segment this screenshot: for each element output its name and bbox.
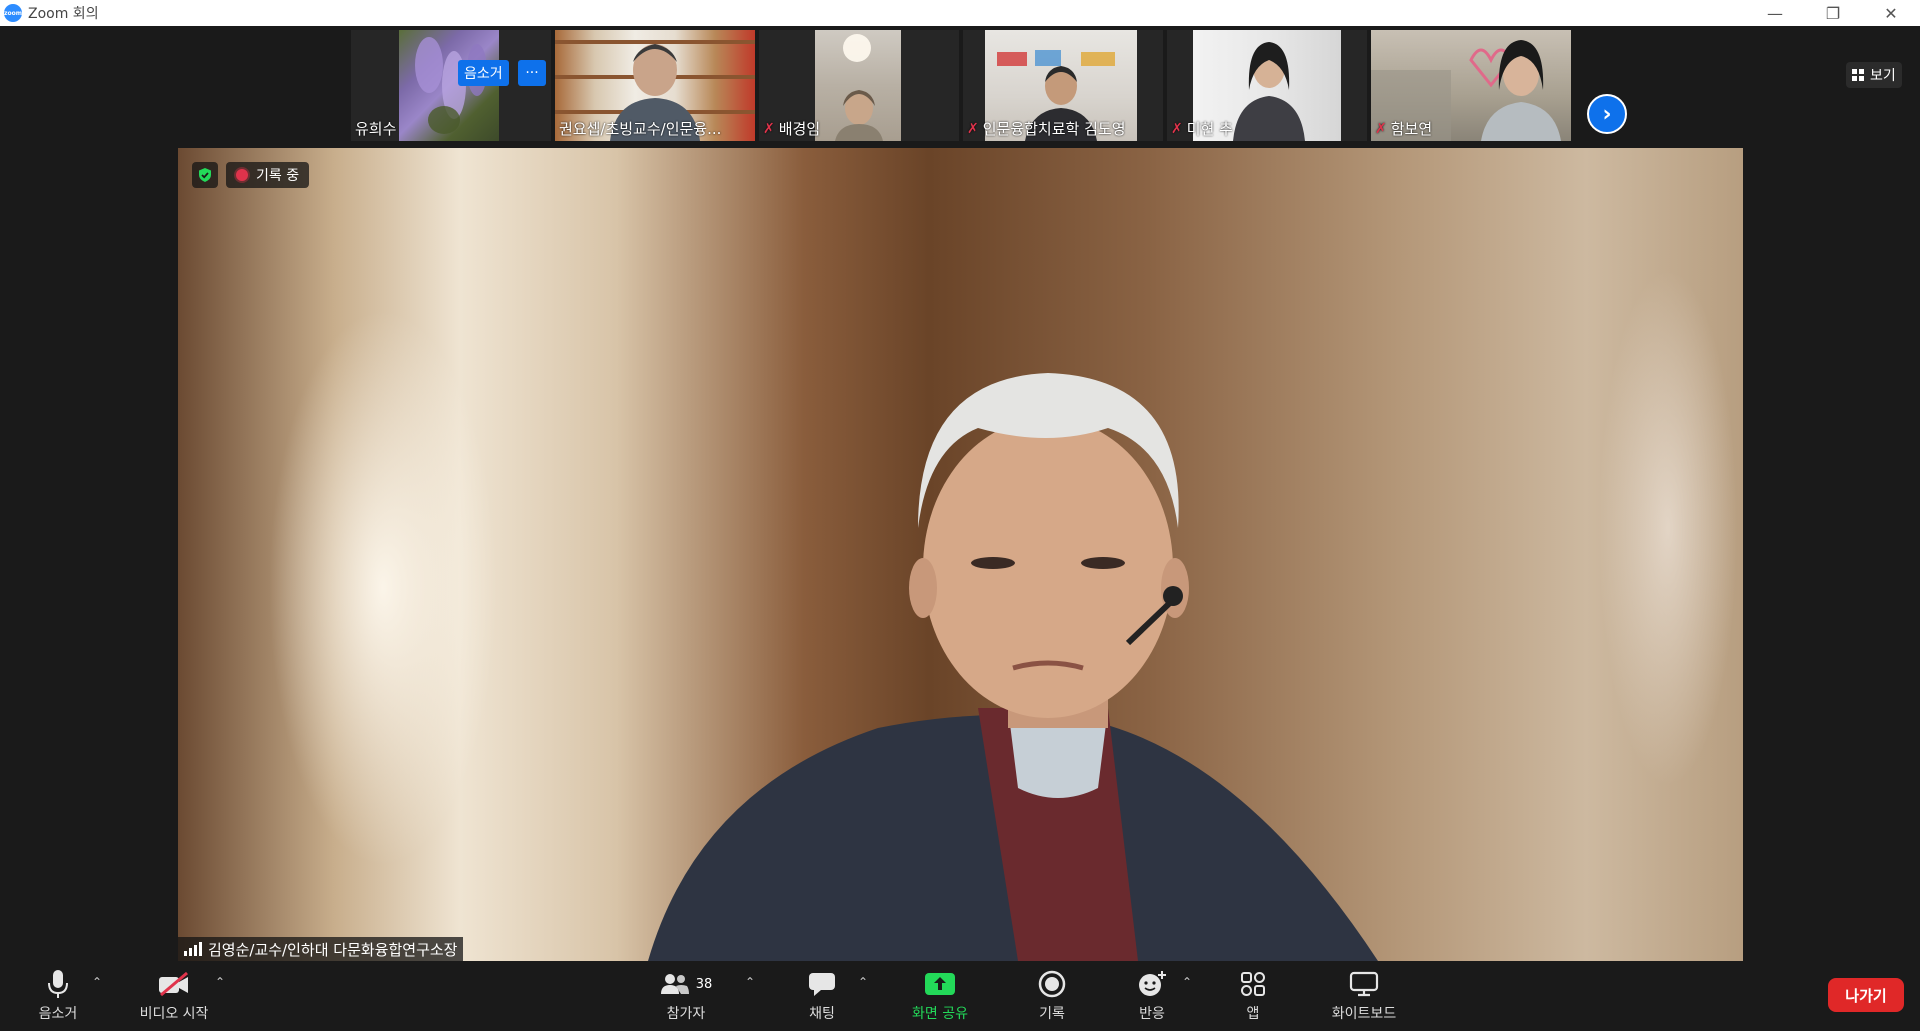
speaker-image [648,373,1378,961]
zoom-logo-icon: zoom [4,4,22,22]
muted-mic-icon: ✗ [763,120,775,137]
apps-icon [1240,969,1266,999]
title-bar: zoom Zoom 회의 — ❐ ✕ [0,0,1920,26]
whiteboard-button[interactable]: 화이트보드 [1314,969,1414,1023]
apps-button[interactable]: 앱 [1203,969,1303,1023]
reactions-options-chevron-icon[interactable]: ⌃ [1182,975,1192,989]
share-screen-button[interactable]: 화면 공유 [890,969,990,1023]
share-screen-label: 화면 공유 [912,1006,968,1022]
record-label: 기록 [1039,1006,1065,1022]
participant-name: ✗ 배경임 [763,120,821,138]
participant-strip: 유희수 음소거 ··· 권요셉/초빙교수/인문융... ✗ 배경임 ✗ 인문융합… [0,26,1920,148]
share-screen-icon [924,969,956,999]
participant-video [815,30,901,141]
speaker-name-label: 김영순/교수/인하대 다문화융합연구소장 [178,937,464,961]
person-image [835,34,883,141]
participant-tile[interactable]: ✗ 인문융합치료학 김도영 [963,30,1163,141]
participants-options-chevron-icon[interactable]: ⌃ [745,975,755,989]
more-options-button[interactable]: ··· [518,60,546,86]
leave-button[interactable]: 나가기 [1828,978,1904,1012]
participant-name: ✗ 미현 추 [1171,120,1233,138]
participants-label: 참가자 [666,1006,706,1022]
participant-tile[interactable]: ✗ 미현 추 [1167,30,1367,141]
chat-icon [808,969,836,999]
microphone-icon [47,969,69,999]
recording-indicator[interactable]: 기록 중 [226,162,310,188]
participants-icon: 38 [660,969,713,999]
participant-name: 유희수 [355,120,397,138]
apps-label: 앱 [1246,1006,1260,1022]
participants-count: 38 [695,976,713,992]
chat-label: 채팅 [809,1006,835,1022]
window-title: Zoom 회의 [28,6,99,22]
muted-mic-icon: ✗ [1375,120,1387,137]
record-button[interactable]: 기록 [1002,969,1102,1023]
participant-tile[interactable]: ✗ 배경임 [759,30,959,141]
speaker-name: 김영순/교수/인하대 다문화융합연구소장 [208,940,458,959]
security-shield-icon[interactable] [192,162,218,188]
record-icon [1038,969,1066,999]
participants-button[interactable]: 38 참가자 [636,969,736,1023]
view-button[interactable]: 보기 [1846,62,1902,88]
next-page-button[interactable]: › [1587,94,1627,134]
signal-strength-icon [184,942,202,956]
muted-mic-icon: ✗ [967,120,979,137]
participant-name: 권요셉/초빙교수/인문융... [559,120,722,138]
whiteboard-label: 화이트보드 [1331,1006,1397,1022]
participant-tile[interactable]: ✗ 함보연 [1371,30,1571,141]
reactions-label: 반응 [1139,1006,1165,1022]
chevron-right-icon: › [1602,101,1612,127]
participant-name: ✗ 함보연 [1375,120,1433,138]
start-video-label: 비디오 시작 [139,1006,209,1022]
recording-label: 기록 중 [256,168,300,184]
smiley-plus-icon [1137,969,1167,999]
window-controls: — ❐ ✕ [1746,0,1920,26]
muted-mic-icon: ✗ [1171,120,1183,137]
minimize-button[interactable]: — [1746,0,1804,26]
whiteboard-icon [1349,969,1379,999]
video-options-chevron-icon[interactable]: ⌃ [215,975,225,989]
start-video-button[interactable]: 비디오 시작 [124,969,224,1023]
chat-button[interactable]: 채팅 [772,969,872,1023]
recording-dot-icon [236,169,248,181]
video-off-icon [157,969,191,999]
meeting-toolbar: 음소거 ⌃ 비디오 시작 ⌃ 38 참가자 ⌃ 채팅 ⌃ 화면 공유 기록 반응… [0,961,1920,1031]
mute-label: 음소거 [38,1006,78,1022]
restore-button[interactable]: ❐ [1804,0,1862,26]
grid-view-icon [1852,69,1864,81]
view-label: 보기 [1870,68,1896,84]
close-button[interactable]: ✕ [1862,0,1920,26]
chat-options-chevron-icon[interactable]: ⌃ [858,975,868,989]
ask-unmute-button[interactable]: 음소거 [458,60,509,86]
active-speaker-video: 기록 중 김영순/교수/인하대 다문화융합연구소장 [178,148,1743,961]
participant-name: ✗ 인문융합치료학 김도영 [967,120,1126,138]
meeting-area: 유희수 음소거 ··· 권요셉/초빙교수/인문융... ✗ 배경임 ✗ 인문융합… [0,26,1920,1031]
participant-tile[interactable]: 권요셉/초빙교수/인문융... [555,30,755,141]
audio-options-chevron-icon[interactable]: ⌃ [92,975,102,989]
